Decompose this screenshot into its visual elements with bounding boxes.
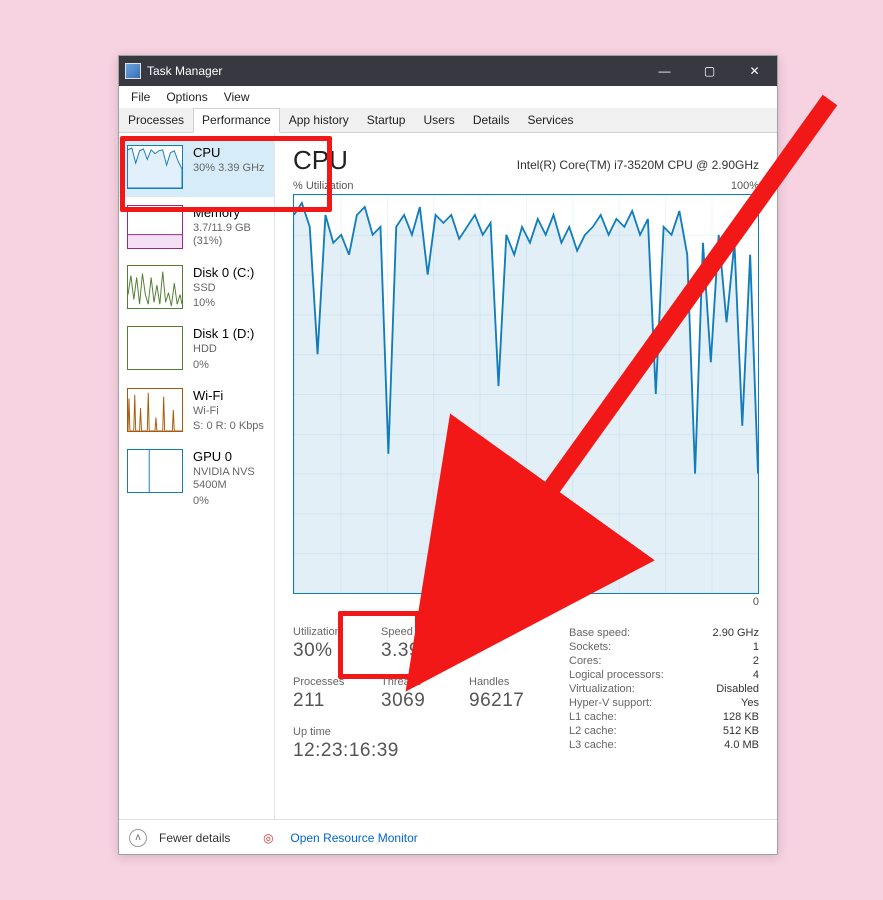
- chart-ymin: 0: [753, 596, 759, 608]
- cpu-model: Intel(R) Core(TM) i7-3520M CPU @ 2.90GHz: [517, 158, 759, 172]
- footer: ʌ Fewer details ◎ Open Resource Monitor: [119, 819, 777, 855]
- stat-processes-value: 211: [293, 690, 363, 712]
- info-hyperv-k: Hyper-V support:: [569, 697, 652, 709]
- memory-thumb-chart: [127, 205, 183, 249]
- stat-speed-label: Speed: [381, 626, 465, 638]
- stat-processes-label: Processes: [293, 676, 363, 688]
- sidebar-wifi-label: Wi-Fi: [193, 388, 264, 403]
- sidebar-memory-sub: 3.7/11.9 GB (31%): [193, 222, 266, 248]
- sidebar-gpu-sub2: 0%: [193, 495, 266, 508]
- chart-ylabel: % Utilization: [293, 180, 354, 192]
- tab-app-history[interactable]: App history: [280, 108, 358, 132]
- sidebar-disk0-sub2: 10%: [193, 297, 254, 310]
- cpu-utilization-chart[interactable]: [293, 194, 759, 594]
- stat-threads-value: 3069: [381, 690, 451, 712]
- minimize-button[interactable]: —: [642, 56, 687, 86]
- stat-utilization: Utilization 30%: [293, 626, 363, 662]
- info-virt-k: Virtualization:: [569, 683, 635, 695]
- sidebar-disk1-sub2: 0%: [193, 359, 254, 372]
- info-base-speed-k: Base speed:: [569, 627, 630, 639]
- sidebar-gpu-label: GPU 0: [193, 449, 266, 464]
- tab-users[interactable]: Users: [414, 108, 463, 132]
- open-resource-monitor-link[interactable]: Open Resource Monitor: [290, 831, 417, 845]
- sidebar-item-wifi[interactable]: Wi-Fi Wi-Fi S: 0 R: 0 Kbps: [119, 380, 274, 441]
- wifi-thumb-chart: [127, 388, 183, 432]
- gpu-thumb-chart: [127, 449, 183, 493]
- sidebar-wifi-sub2: S: 0 R: 0 Kbps: [193, 420, 264, 433]
- sidebar-item-disk1[interactable]: Disk 1 (D:) HDD 0%: [119, 318, 274, 379]
- sidebar-cpu-sub: 30% 3.39 GHz: [193, 162, 265, 175]
- chart-ymax: 100%: [731, 180, 759, 192]
- disk0-thumb-chart: [127, 265, 183, 309]
- sidebar-gpu-sub1: NVIDIA NVS 5400M: [193, 466, 266, 492]
- stat-uptime: Up time 12:23:16:39: [293, 726, 399, 762]
- sidebar-disk1-sub1: HDD: [193, 343, 254, 356]
- maximize-button[interactable]: ▢: [687, 56, 732, 86]
- disk1-thumb-chart: [127, 326, 183, 370]
- menu-options[interactable]: Options: [158, 88, 215, 106]
- stat-threads-label: Threads: [381, 676, 451, 688]
- info-l1-k: L1 cache:: [569, 711, 617, 723]
- cpu-info-list: Base speed: 2.90 GHz Sockets: 1 Cores: 2 Lo…: [569, 626, 759, 776]
- info-virt-v: Disabled: [716, 683, 759, 695]
- info-l1-v: 128 KB: [723, 711, 759, 723]
- info-cores-k: Cores:: [569, 655, 601, 667]
- info-l3-k: L3 cache:: [569, 739, 617, 751]
- info-logical-k: Logical processors:: [569, 669, 664, 681]
- stat-utilization-label: Utilization: [293, 626, 363, 638]
- fewer-details-link[interactable]: Fewer details: [159, 831, 230, 845]
- task-manager-window: Task Manager — ▢ ✕ File Options View Pro…: [118, 55, 778, 855]
- stat-processes: Processes 211: [293, 676, 363, 712]
- menubar: File Options View: [119, 86, 777, 108]
- info-hyperv-v: Yes: [741, 697, 759, 709]
- stat-handles-label: Handles: [469, 676, 539, 688]
- app-icon: [125, 63, 141, 79]
- chevron-up-icon[interactable]: ʌ: [129, 829, 147, 847]
- info-l2-v: 512 KB: [723, 725, 759, 737]
- resource-monitor-icon: ◎: [260, 830, 276, 846]
- info-sockets-v: 1: [753, 641, 759, 653]
- stat-uptime-label: Up time: [293, 726, 399, 738]
- tab-details[interactable]: Details: [464, 108, 519, 132]
- info-cores-v: 2: [753, 655, 759, 667]
- menu-file[interactable]: File: [123, 88, 158, 106]
- sidebar-item-memory[interactable]: Memory 3.7/11.9 GB (31%): [119, 197, 274, 257]
- tabbar: Processes Performance App history Startu…: [119, 108, 777, 133]
- cpu-thumb-chart: [127, 145, 183, 189]
- close-button[interactable]: ✕: [732, 56, 777, 86]
- sidebar-disk0-label: Disk 0 (C:): [193, 265, 254, 280]
- sidebar-wifi-sub1: Wi-Fi: [193, 405, 264, 418]
- stat-threads: Threads 3069: [381, 676, 451, 712]
- sidebar-disk1-label: Disk 1 (D:): [193, 326, 254, 341]
- sidebar-disk0-sub1: SSD: [193, 282, 254, 295]
- stat-handles-value: 96217: [469, 690, 539, 712]
- tab-processes[interactable]: Processes: [119, 108, 193, 132]
- info-l2-k: L2 cache:: [569, 725, 617, 737]
- info-sockets-k: Sockets:: [569, 641, 611, 653]
- stat-speed: Speed 3.39 GHz: [381, 626, 465, 662]
- stat-utilization-value: 30%: [293, 640, 363, 662]
- sidebar-cpu-label: CPU: [193, 145, 265, 160]
- stat-speed-value: 3.39 GHz: [381, 640, 465, 662]
- sidebar-item-cpu[interactable]: CPU 30% 3.39 GHz: [119, 137, 274, 197]
- main-panel: CPU Intel(R) Core(TM) i7-3520M CPU @ 2.9…: [275, 133, 777, 819]
- titlebar[interactable]: Task Manager — ▢ ✕: [119, 56, 777, 86]
- tab-services[interactable]: Services: [519, 108, 583, 132]
- window-title: Task Manager: [147, 64, 642, 78]
- stat-uptime-value: 12:23:16:39: [293, 740, 399, 762]
- sidebar-item-disk0[interactable]: Disk 0 (C:) SSD 10%: [119, 257, 274, 318]
- sidebar-memory-label: Memory: [193, 205, 266, 220]
- info-logical-v: 4: [753, 669, 759, 681]
- info-l3-v: 4.0 MB: [724, 739, 759, 751]
- menu-view[interactable]: View: [216, 88, 258, 106]
- main-title: CPU: [293, 145, 348, 176]
- sidebar: CPU 30% 3.39 GHz Memory 3.7/11.9 GB (31%…: [119, 133, 275, 819]
- tab-performance[interactable]: Performance: [193, 108, 280, 133]
- info-base-speed-v: 2.90 GHz: [713, 627, 759, 639]
- stat-handles: Handles 96217: [469, 676, 539, 712]
- tab-startup[interactable]: Startup: [358, 108, 415, 132]
- sidebar-item-gpu[interactable]: GPU 0 NVIDIA NVS 5400M 0%: [119, 441, 274, 516]
